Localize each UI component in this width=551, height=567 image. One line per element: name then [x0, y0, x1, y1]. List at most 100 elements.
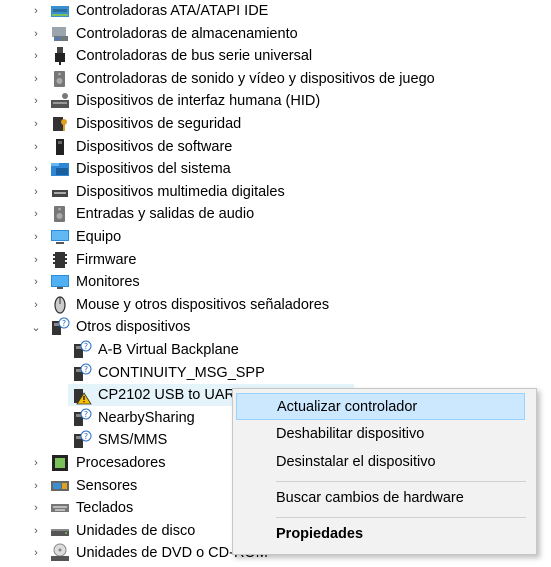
tree-category-item[interactable]: › Dispositivos multimedia digitales: [34, 181, 285, 203]
expand-chevron-icon[interactable]: ›: [30, 475, 42, 497]
expand-chevron-icon[interactable]: ›: [30, 452, 42, 474]
tree-item-label: Dispositivos del sistema: [76, 161, 231, 177]
tree-category-item[interactable]: › Monitores: [34, 271, 140, 293]
unknown-device-icon: ?: [72, 340, 92, 360]
sensor-icon: [50, 476, 70, 496]
tree-category-item[interactable]: › Controladoras ATA/ATAPI IDE: [34, 0, 268, 22]
dvd-drive-icon: [50, 543, 70, 563]
tree-category-item[interactable]: › Teclados: [34, 497, 134, 519]
expand-chevron-icon[interactable]: ›: [30, 294, 42, 316]
tree-category-item[interactable]: › Dispositivos de seguridad: [34, 113, 242, 135]
unknown-device-icon: ?: [72, 363, 92, 383]
expand-chevron-icon[interactable]: ›: [30, 542, 42, 564]
tree-category-item[interactable]: › Dispositivos de software: [34, 136, 233, 158]
menu-item-uninstall-device[interactable]: Desinstalar el dispositivo: [236, 449, 525, 476]
expand-chevron-icon[interactable]: ›: [30, 181, 42, 203]
tree-item-label: Controladoras de sonido y vídeo y dispos…: [76, 71, 435, 87]
tree-item-label: Sensores: [76, 478, 138, 494]
speaker-icon: [50, 69, 70, 89]
tree-item-label: SMS/MMS: [98, 432, 168, 448]
menu-separator: [276, 481, 526, 482]
security-key-icon: [50, 114, 70, 134]
storage-controller-icon: [50, 24, 70, 44]
tree-item-label: NearbySharing: [98, 410, 195, 426]
menu-item-scan-hardware[interactable]: Buscar cambios de hardware: [236, 485, 525, 512]
tree-item-label: Dispositivos de software: [76, 139, 233, 155]
expand-chevron-icon[interactable]: ›: [30, 520, 42, 542]
tree-category-item[interactable]: ⌄? Otros dispositivos: [31, 316, 191, 338]
tree-item-label: Procesadores: [76, 455, 166, 471]
expand-chevron-icon[interactable]: ›: [30, 45, 42, 67]
expand-chevron-icon[interactable]: ›: [30, 249, 42, 271]
tree-item-label: Controladoras de bus serie universal: [76, 48, 313, 64]
tree-item-label: Teclados: [76, 500, 134, 516]
expand-chevron-icon[interactable]: ›: [30, 68, 42, 90]
tree-item-label: Mouse y otros dispositivos señaladores: [76, 297, 330, 313]
usb-controller-icon: [50, 46, 70, 66]
menu-item-properties[interactable]: Propiedades: [236, 521, 525, 548]
tree-category-item[interactable]: › Controladoras de sonido y vídeo y dispo…: [34, 68, 435, 90]
menu-item-disable-device[interactable]: Deshabilitar dispositivo: [236, 421, 525, 448]
tree-category-item[interactable]: › Unidades de disco: [34, 520, 196, 542]
ide-controller-icon: [50, 1, 70, 21]
firmware-icon: [50, 250, 70, 270]
multimedia-icon: [50, 182, 70, 202]
expand-chevron-icon[interactable]: ›: [30, 113, 42, 135]
mouse-icon: [50, 295, 70, 315]
tree-category-item[interactable]: › Procesadores: [34, 452, 166, 474]
menu-separator: [276, 517, 526, 518]
unknown-device-icon: ?: [72, 430, 92, 450]
tree-category-item[interactable]: › Equipo: [34, 226, 122, 248]
expand-chevron-icon[interactable]: ›: [30, 136, 42, 158]
expand-chevron-icon[interactable]: ›: [30, 158, 42, 180]
svg-text:?: ?: [84, 342, 88, 351]
tree-item-label: CONTINUITY_MSG_SPP: [98, 365, 265, 381]
unknown-device-icon: ?: [72, 408, 92, 428]
svg-text:?: ?: [84, 432, 88, 441]
expand-chevron-icon[interactable]: ›: [30, 0, 42, 22]
expand-chevron-icon[interactable]: ›: [30, 271, 42, 293]
warning-device-icon: [72, 385, 92, 405]
keyboard-icon: [50, 498, 70, 518]
tree-category-item[interactable]: › Dispositivos del sistema: [34, 158, 231, 180]
tree-item-label: A-B Virtual Backplane: [98, 342, 239, 358]
tree-category-item[interactable]: › Dispositivos de interfaz humana (HID): [34, 90, 321, 112]
tree-item-label: Entradas y salidas de audio: [76, 206, 255, 222]
context-menu: Actualizar controlador Deshabilitar disp…: [232, 388, 537, 555]
tree-item-label: Controladoras de almacenamiento: [76, 26, 298, 42]
tree-item-label: CP2102 USB to UART: [98, 387, 244, 403]
tree-item-label: Unidades de disco: [76, 523, 196, 539]
tree-category-item[interactable]: › Sensores: [34, 475, 138, 497]
expand-chevron-icon[interactable]: ›: [30, 226, 42, 248]
tree-item-label: Monitores: [76, 274, 140, 290]
expand-chevron-icon[interactable]: ›: [30, 497, 42, 519]
tree-item-label: Equipo: [76, 229, 122, 245]
tree-child-item[interactable]: ? A-B Virtual Backplane: [72, 339, 239, 361]
expand-chevron-icon[interactable]: ›: [30, 23, 42, 45]
svg-text:?: ?: [84, 410, 88, 419]
software-device-icon: [50, 137, 70, 157]
tree-category-item[interactable]: › Firmware: [34, 249, 137, 271]
tree-category-item[interactable]: › Entradas y salidas de audio: [34, 203, 255, 225]
tree-item-label: Dispositivos de seguridad: [76, 116, 242, 132]
tree-category-item[interactable]: › Controladoras de bus serie universal: [34, 45, 313, 67]
tree-child-item[interactable]: ? NearbySharing: [72, 407, 195, 429]
tree-category-item[interactable]: › Mouse y otros dispositivos señaladores: [34, 294, 330, 316]
tree-category-item[interactable]: › Controladoras de almacenamiento: [34, 23, 298, 45]
tree-item-label: Firmware: [76, 252, 137, 268]
tree-item-label: Dispositivos multimedia digitales: [76, 184, 285, 200]
expand-chevron-icon[interactable]: ›: [30, 203, 42, 225]
tree-item-label: Dispositivos de interfaz humana (HID): [76, 93, 321, 109]
collapse-chevron-icon[interactable]: ⌄: [30, 316, 42, 338]
expand-chevron-icon[interactable]: ›: [30, 90, 42, 112]
tree-item-label: Otros dispositivos: [76, 319, 191, 335]
menu-item-update-driver[interactable]: Actualizar controlador: [236, 393, 525, 420]
unknown-device-icon: ?: [50, 317, 70, 337]
audio-icon: [50, 204, 70, 224]
svg-text:?: ?: [62, 319, 66, 328]
tree-child-item[interactable]: ? SMS/MMS: [72, 429, 167, 451]
hid-icon: [50, 91, 70, 111]
tree-child-item[interactable]: ? CONTINUITY_MSG_SPP: [72, 362, 265, 384]
disk-drive-icon: [50, 521, 70, 541]
svg-text:?: ?: [84, 365, 88, 374]
